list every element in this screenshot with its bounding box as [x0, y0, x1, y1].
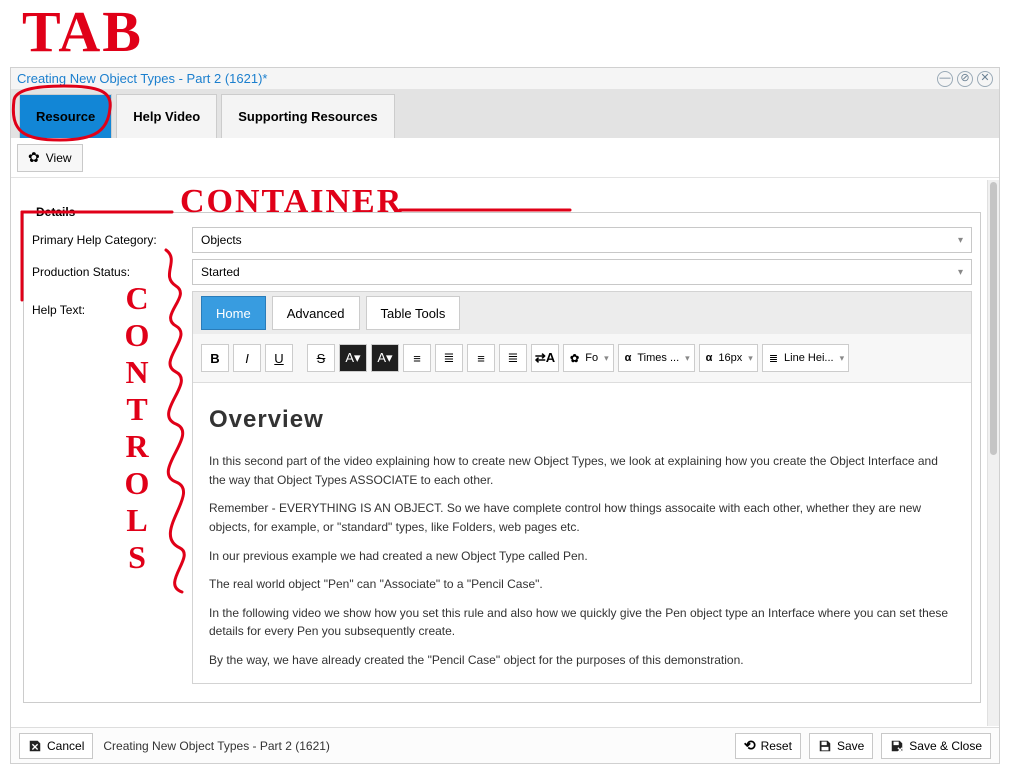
font-size-dropdown[interactable]: α16px▾	[699, 344, 758, 372]
row-help-text: Help Text: Home Advanced Table Tools B I…	[32, 291, 972, 684]
sub-toolbar: ✿ View	[11, 138, 999, 178]
button-label: Cancel	[47, 739, 84, 753]
minimize-icon[interactable]: —	[937, 71, 953, 87]
editor-ribbon: B I U S A▾ A▾ ≡ ≣ ≡ ≣ ⇄A ✿Fo▾	[193, 334, 971, 383]
close-icon[interactable]: ✕	[977, 71, 993, 87]
button-label: Save & Close	[909, 739, 982, 753]
content-subheading: Interface	[209, 680, 955, 683]
chevron-down-icon: ▾	[958, 235, 963, 246]
bold-button[interactable]: B	[201, 344, 229, 372]
backcolor-button[interactable]: A▾	[371, 344, 399, 372]
save-button[interactable]: Save	[809, 733, 873, 759]
tab-help-video[interactable]: Help Video	[116, 94, 217, 138]
vertical-scrollbar[interactable]	[987, 180, 999, 726]
select-primary-help-category[interactable]: Objects ▾	[192, 227, 972, 253]
main-tabstrip: Resource Help Video Supporting Resources	[11, 90, 999, 138]
editor-tab-advanced[interactable]: Advanced	[272, 296, 360, 330]
content-paragraph: In our previous example we had created a…	[209, 547, 955, 566]
chevron-down-icon: ▾	[604, 353, 609, 364]
save-close-button[interactable]: Save & Close	[881, 733, 991, 759]
tab-label: Supporting Resources	[238, 109, 377, 124]
editor-tab-home[interactable]: Home	[201, 296, 266, 330]
alpha-icon: α	[625, 352, 632, 364]
editor-window: Creating New Object Types - Part 2 (1621…	[10, 67, 1000, 764]
annotation-tab: TAB	[22, 0, 143, 65]
underline-button[interactable]: U	[265, 344, 293, 372]
label-primary-help-category: Primary Help Category:	[32, 233, 192, 247]
dropdown-label: 16px	[718, 352, 742, 364]
editor-tabstrip: Home Advanced Table Tools	[193, 292, 971, 334]
save-icon	[818, 739, 832, 753]
tab-label: Help Video	[133, 109, 200, 124]
strikethrough-button[interactable]: S	[307, 344, 335, 372]
text-direction-button[interactable]: ⇄A	[531, 344, 559, 372]
save-close-icon	[890, 739, 904, 753]
tab-label: Resource	[36, 109, 95, 124]
label-production-status: Production Status:	[32, 265, 192, 279]
footer-path: Creating New Object Types - Part 2 (1621…	[103, 739, 330, 753]
editor-tab-table-tools[interactable]: Table Tools	[366, 296, 461, 330]
chevron-down-icon: ▾	[840, 353, 845, 364]
italic-button[interactable]: I	[233, 344, 261, 372]
chevron-down-icon: ▾	[958, 267, 963, 278]
reset-button[interactable]: ⟲ Reset	[735, 733, 801, 759]
tab-resource[interactable]: Resource	[19, 94, 112, 138]
richtext-editor: Home Advanced Table Tools B I U S A▾ A▾ …	[192, 291, 972, 684]
tab-supporting-resources[interactable]: Supporting Resources	[221, 94, 394, 138]
line-height-icon: ≣	[769, 352, 778, 365]
dropdown-label: Times ...	[637, 352, 679, 364]
details-fieldset: Details Primary Help Category: Objects ▾…	[23, 205, 981, 703]
align-left-button[interactable]: ≡	[403, 344, 431, 372]
footer-bar: Cancel Creating New Object Types - Part …	[11, 727, 999, 763]
line-height-dropdown[interactable]: ≣ Line Hei... ▾	[762, 344, 849, 372]
row-primary-help-category: Primary Help Category: Objects ▾	[32, 227, 972, 253]
select-value: Started	[201, 265, 240, 279]
align-center-button[interactable]: ≣	[435, 344, 463, 372]
cancel-button[interactable]: Cancel	[19, 733, 93, 759]
editor-content[interactable]: Overview In this second part of the vide…	[193, 383, 971, 683]
window-controls: — ⊘ ✕	[937, 71, 993, 87]
chevron-down-icon: ▾	[748, 353, 753, 364]
button-label: Reset	[761, 739, 792, 753]
content-paragraph: In this second part of the video explain…	[209, 452, 955, 489]
select-production-status[interactable]: Started ▾	[192, 259, 972, 285]
cancel-icon	[28, 739, 42, 753]
window-titlebar: Creating New Object Types - Part 2 (1621…	[11, 68, 999, 90]
gear-icon: ✿	[28, 149, 40, 166]
row-production-status: Production Status: Started ▾	[32, 259, 972, 285]
label-help-text: Help Text:	[32, 291, 192, 317]
dropdown-label: Fo	[585, 352, 598, 364]
dropdown-label: Line Hei...	[784, 352, 834, 364]
font-family-dropdown[interactable]: α Times ... ▾	[618, 344, 695, 372]
align-justify-button[interactable]: ≣	[499, 344, 527, 372]
window-title: Creating New Object Types - Part 2 (1621…	[17, 71, 268, 86]
details-legend: Details	[32, 205, 79, 219]
view-button-label: View	[46, 151, 72, 165]
restore-icon[interactable]: ⊘	[957, 71, 973, 87]
content-paragraph: By the way, we have already created the …	[209, 651, 955, 670]
button-label: Save	[837, 739, 864, 753]
forecolor-button[interactable]: A▾	[339, 344, 367, 372]
content-paragraph: Remember - EVERYTHING IS AN OBJECT. So w…	[209, 499, 955, 536]
content-heading: Overview	[209, 401, 955, 438]
format-dropdown[interactable]: ✿Fo▾	[563, 344, 614, 372]
align-right-button[interactable]: ≡	[467, 344, 495, 372]
content-paragraph: In the following video we show how you s…	[209, 604, 955, 641]
scrollbar-thumb[interactable]	[990, 182, 997, 455]
view-button[interactable]: ✿ View	[17, 144, 83, 172]
content-area: Details Primary Help Category: Objects ▾…	[11, 179, 999, 727]
refresh-icon: ⟲	[744, 737, 756, 754]
select-value: Objects	[201, 233, 242, 247]
content-paragraph: The real world object "Pen" can "Associa…	[209, 575, 955, 594]
chevron-down-icon: ▾	[685, 353, 690, 364]
